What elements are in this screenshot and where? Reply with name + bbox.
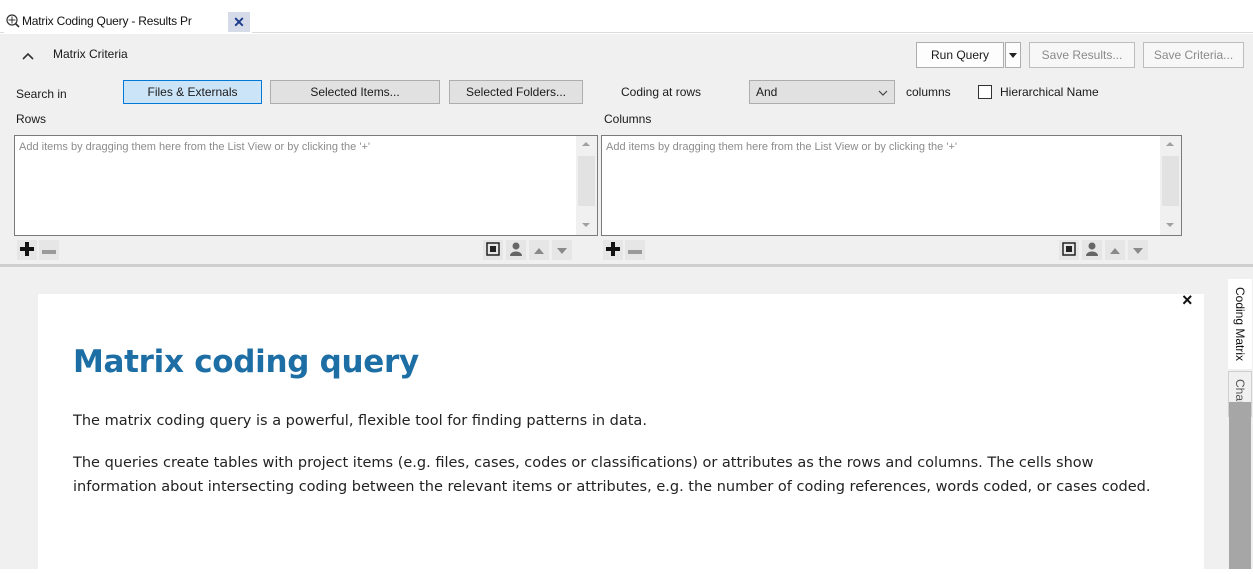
row-user-button[interactable] xyxy=(506,240,526,260)
column-user-button[interactable] xyxy=(1082,240,1102,260)
rows-section-label: Rows xyxy=(16,112,47,126)
save-results-button[interactable]: Save Results... xyxy=(1029,42,1135,68)
results-tab[interactable]: Matrix Coding Query - Results Pr ✕ xyxy=(4,9,252,33)
arrow-up-icon xyxy=(534,243,544,257)
person-icon xyxy=(1085,242,1099,259)
hierarchical-name-checkbox[interactable] xyxy=(978,85,992,99)
column-select-items-button[interactable] xyxy=(1059,240,1079,260)
tab-coding-matrix-label: Coding Matrix xyxy=(1233,286,1247,362)
column-move-up-button[interactable] xyxy=(1105,240,1125,260)
matrix-criteria-panel: Matrix Criteria Run Query Save Results..… xyxy=(0,34,1253,264)
matrix-query-icon xyxy=(6,14,20,28)
search-in-label: Search in xyxy=(16,87,67,101)
add-row-button[interactable] xyxy=(17,240,37,260)
columns-scrollbar[interactable] xyxy=(1160,136,1181,235)
chevron-up-icon[interactable] xyxy=(22,49,34,60)
criteria-header: Matrix Criteria Run Query Save Results..… xyxy=(0,34,1253,70)
coding-at-rows-label: Coding at rows xyxy=(621,85,702,99)
scroll-down-icon[interactable] xyxy=(582,223,590,227)
hierarchical-name-label: Hierarchical Name xyxy=(1000,85,1099,99)
column-move-down-button[interactable] xyxy=(1128,240,1148,260)
columns-section-label: Columns xyxy=(604,112,652,126)
close-tab-icon[interactable]: ✕ xyxy=(228,12,250,32)
select-items-icon xyxy=(1062,241,1076,259)
scroll-thumb[interactable] xyxy=(1162,156,1179,206)
scroll-down-icon[interactable] xyxy=(1166,223,1174,227)
minus-icon xyxy=(42,243,56,257)
document-tab-strip: Matrix Coding Query - Results Pr ✕ xyxy=(0,0,1253,33)
tab-coding-matrix[interactable]: Coding Matrix xyxy=(1228,279,1252,369)
plus-icon xyxy=(20,241,34,259)
rows-scrollbar[interactable] xyxy=(576,136,597,235)
scroll-thumb[interactable] xyxy=(578,156,595,206)
operator-select[interactable]: And xyxy=(749,80,895,104)
vertical-scrollbar[interactable] xyxy=(1229,402,1251,569)
columns-placeholder: Add items by dragging them here from the… xyxy=(606,141,957,153)
run-query-dropdown[interactable] xyxy=(1005,42,1021,68)
person-icon xyxy=(509,242,523,259)
arrow-up-icon xyxy=(1110,243,1120,257)
operator-value: And xyxy=(756,85,778,99)
arrow-down-icon xyxy=(1133,243,1143,257)
select-items-icon xyxy=(486,241,500,259)
help-card: × Matrix coding query The matrix coding … xyxy=(38,290,1204,574)
columns-label: columns xyxy=(906,85,951,99)
rows-placeholder: Add items by dragging them here from the… xyxy=(19,141,370,153)
selected-items-button[interactable]: Selected Items... xyxy=(270,80,440,104)
add-column-button[interactable] xyxy=(603,240,623,260)
scroll-up-icon[interactable] xyxy=(1166,142,1174,146)
remove-row-button[interactable] xyxy=(39,240,59,260)
close-help-icon[interactable]: × xyxy=(1182,290,1198,310)
row-select-items-button[interactable] xyxy=(483,240,503,260)
scroll-up-icon[interactable] xyxy=(582,142,590,146)
row-move-up-button[interactable] xyxy=(529,240,549,260)
minus-icon xyxy=(628,243,642,257)
chevron-down-icon xyxy=(878,86,888,96)
files-externals-button[interactable]: Files & Externals xyxy=(123,80,262,104)
plus-icon xyxy=(606,241,620,259)
results-area: × Matrix coding query The matrix coding … xyxy=(0,267,1253,574)
caret-down-icon xyxy=(1009,48,1017,62)
selected-folders-button[interactable]: Selected Folders... xyxy=(449,80,583,104)
criteria-title: Matrix Criteria xyxy=(53,47,128,61)
help-heading: Matrix coding query xyxy=(73,344,419,380)
columns-drop-zone[interactable]: Add items by dragging them here from the… xyxy=(601,135,1182,236)
view-tabs-strip: Coding Matrix Chart xyxy=(1227,267,1253,569)
remove-column-button[interactable] xyxy=(625,240,645,260)
help-paragraph-1: The matrix coding query is a powerful, f… xyxy=(73,413,647,429)
tab-title: Matrix Coding Query - Results Pr xyxy=(22,14,192,28)
row-move-down-button[interactable] xyxy=(552,240,572,260)
rows-drop-zone[interactable]: Add items by dragging them here from the… xyxy=(14,135,598,236)
arrow-down-icon xyxy=(557,243,567,257)
save-criteria-button[interactable]: Save Criteria... xyxy=(1143,42,1244,68)
run-query-button[interactable]: Run Query xyxy=(916,42,1004,68)
help-paragraph-2: The queries create tables with project i… xyxy=(73,455,1151,495)
